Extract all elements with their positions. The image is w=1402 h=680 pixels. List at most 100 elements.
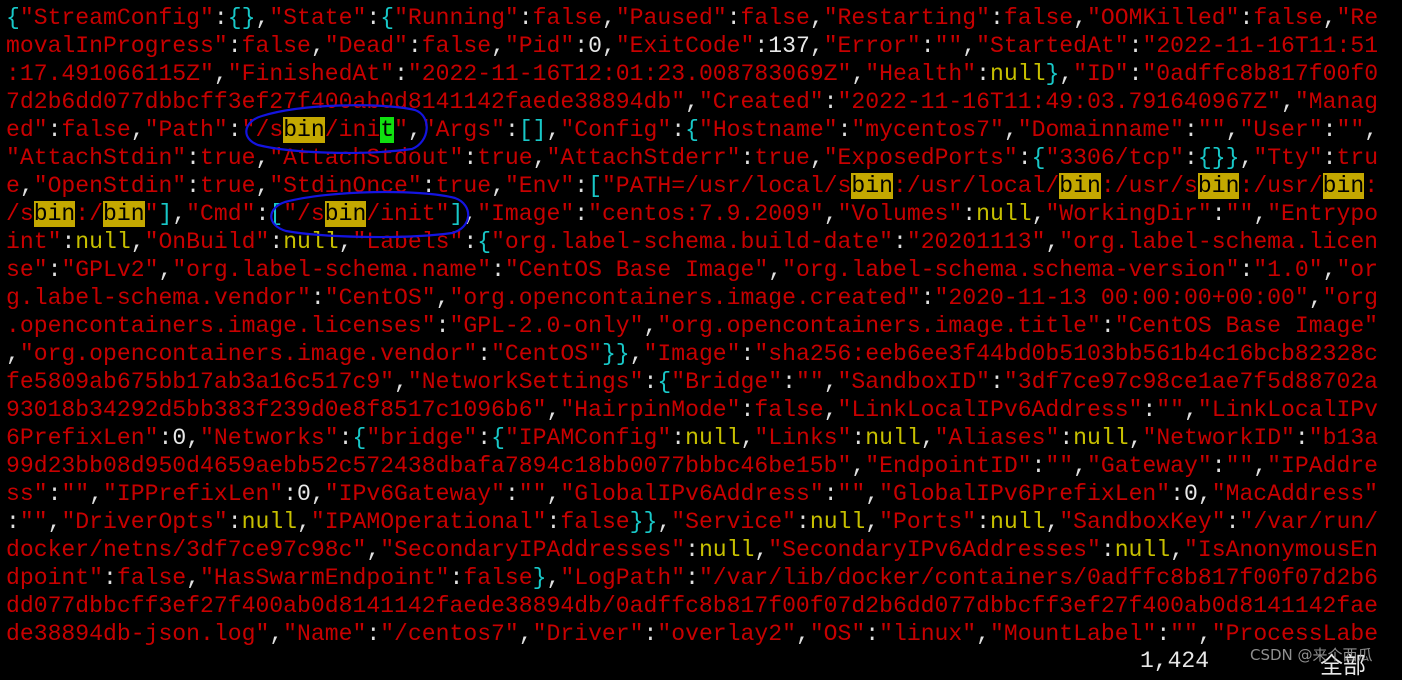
json-token: , (407, 117, 422, 143)
search-match: bin (33, 201, 76, 227)
json-token: "Pid" (504, 33, 575, 59)
json-token: : (103, 565, 117, 591)
json-token: : (186, 173, 201, 199)
json-token: : (782, 369, 796, 395)
json-token: "" (518, 481, 547, 507)
json-token: "MacAddress" (1211, 481, 1379, 507)
json-token: /s (6, 201, 34, 227)
json-token: "IPv6Gateway" (324, 481, 505, 507)
json-token: "Re (1336, 5, 1379, 31)
json-token: false (463, 565, 533, 591)
json-token: "b13a (1308, 425, 1379, 451)
json-token: , (255, 173, 270, 199)
json-token: "SandboxID" (837, 369, 990, 395)
json-token: { (657, 369, 672, 395)
terminal-line: .opencontainers.image.licenses":"GPL-2.0… (6, 312, 1378, 340)
json-token: , (768, 257, 783, 283)
json-token: : (1184, 145, 1198, 171)
json-token: false (740, 5, 810, 31)
json-token: : (504, 481, 519, 507)
json-token: "org.label-schema.schema-version" (782, 257, 1240, 283)
json-token: , (851, 61, 866, 87)
json-token: , (6, 341, 20, 367)
json-token: "sha256:eeb6ee3f44bd0b5103bb561b4c16bcb8… (754, 341, 1379, 367)
json-token: , (1197, 481, 1212, 507)
json-token: : (1128, 61, 1143, 87)
terminal-line: int":null,"OnBuild":null,"Labels":{"org.… (6, 228, 1378, 256)
json-token: "" (1225, 201, 1254, 227)
json-token: "or (1336, 257, 1379, 283)
json-token: , (1308, 285, 1323, 311)
json-token: "" (837, 481, 866, 507)
json-token: "centos:7.9.2009" (588, 201, 824, 227)
terminal-line: ss":"","IPPrefixLen":0,"IPv6Gateway":"",… (6, 480, 1378, 508)
json-token: : (1239, 257, 1254, 283)
json-token: 99d23bb08d950d4659aebb52c572438dbafa7894… (6, 453, 852, 479)
json-token: 6PrefixLen" (6, 425, 159, 451)
json-token: "/var/run/ (1239, 509, 1379, 535)
json-token: 93018b34292d5bb383f239d0e8f8517c1096b6" (6, 397, 547, 423)
json-token: tru (1336, 145, 1379, 171)
json-token: , (865, 509, 880, 535)
json-token: "2022-11-16T11:51 (1142, 33, 1379, 59)
json-token: : (643, 369, 658, 395)
json-token: "org.label-schema.name" (172, 257, 492, 283)
json-token: : (1211, 201, 1226, 227)
json-token: "Error" (823, 33, 921, 59)
json-token: , (532, 145, 547, 171)
json-token: "GlobalIPv6PrefixLen" (879, 481, 1171, 507)
json-token: : (685, 565, 699, 591)
json-token: true (477, 145, 533, 171)
json-token: , (1281, 89, 1295, 115)
json-token: , (435, 285, 450, 311)
json-token: "Image" (477, 201, 575, 227)
json-token: , (130, 229, 145, 255)
json-token: "org.label-schema.build-date" (491, 229, 893, 255)
terminal-output[interactable]: {"StreamConfig":{},"State":{"Running":fa… (6, 4, 1378, 648)
json-token: :/usr/ (1239, 173, 1323, 199)
json-token: , (601, 33, 616, 59)
search-match: bin (103, 201, 145, 227)
json-token: : (227, 117, 242, 143)
json-token: : (47, 117, 62, 143)
json-token: , (851, 453, 866, 479)
json-token: "/var/lib/docker/containers/0adffc8b817f… (698, 565, 1379, 591)
json-token: : (449, 565, 464, 591)
json-token: g.label-schema.vendor" (6, 285, 311, 311)
json-token: "NetworkID" (1142, 425, 1295, 451)
text-cursor: t (380, 117, 395, 143)
json-token: { (491, 425, 505, 451)
json-token: "bridge" (366, 425, 478, 451)
json-token: , (823, 397, 838, 423)
json-token: "ID" (1073, 61, 1129, 87)
json-token: true (754, 145, 810, 171)
json-token: "Config" (560, 117, 672, 143)
json-token: , (1045, 509, 1060, 535)
terminal-line: movalInProgress":false,"Dead":false,"Pid… (6, 32, 1378, 60)
json-token: , (962, 33, 977, 59)
json-token: : (1225, 509, 1240, 535)
json-token: "3df7ce97c98ce1ae7f5d88702a (1003, 369, 1379, 395)
json-token: false (421, 33, 492, 59)
terminal-line: 6PrefixLen":0,"Networks":{"bridge":{"IPA… (6, 424, 1378, 452)
json-token: null (1114, 537, 1171, 563)
json-token: , (643, 313, 658, 339)
json-token: : (1142, 397, 1157, 423)
json-token: "Aliases" (934, 425, 1060, 451)
json-token: : (463, 145, 478, 171)
json-token: "EndpointID" (865, 453, 1032, 479)
json-token: "WorkingDir" (1045, 201, 1212, 227)
json-token: , (1225, 117, 1240, 143)
json-token: : (962, 201, 977, 227)
json-token: "3306/tcp" (1045, 145, 1185, 171)
json-token: , (1364, 117, 1379, 143)
json-token: : (740, 145, 755, 171)
json-token: 137 (768, 33, 810, 59)
json-token: "IPAMConfig" (504, 425, 672, 451)
json-token: , (754, 537, 769, 563)
json-token: , (546, 565, 561, 591)
json-token: : (213, 5, 228, 31)
json-token: : (1184, 117, 1198, 143)
json-token: , (823, 369, 838, 395)
json-token: : (47, 257, 62, 283)
